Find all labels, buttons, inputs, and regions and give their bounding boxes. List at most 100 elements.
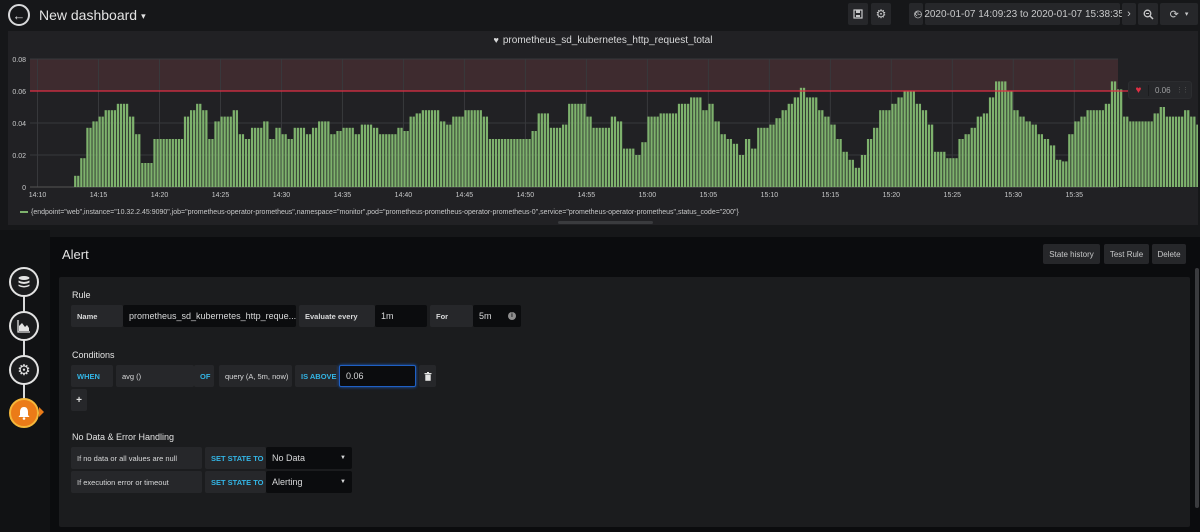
zoom-out-button[interactable] [1138,3,1158,25]
bar [333,134,336,187]
bar [891,103,894,187]
threshold-input[interactable]: 0.06 [339,365,416,387]
bar [815,97,818,187]
active-step-arrow [39,407,44,417]
state-history-button[interactable]: State history [1043,244,1100,264]
bar [125,103,129,187]
bar [818,110,821,187]
info-icon[interactable]: i [508,312,516,320]
bar [473,110,476,187]
queries-step[interactable] [9,267,39,297]
bar [1132,121,1135,187]
bar [436,110,440,187]
bar [644,142,647,187]
caret-down-icon: ▾ [1184,11,1189,18]
reducer-select[interactable]: avg () [116,365,194,387]
bar [680,103,684,187]
time-range-picker[interactable]: ◷ 2020-01-07 14:09:23 to 2020-01-07 15:3… [914,3,1131,25]
delete-condition-button[interactable] [419,365,436,387]
legend-horizontal-scrollbar[interactable] [558,221,653,224]
bar [522,139,525,187]
bar [415,113,418,187]
bar [900,97,903,187]
bar [247,139,251,187]
bar [534,131,537,187]
back-icon[interactable]: ← [8,4,30,26]
bar [723,134,726,187]
bar [491,139,495,187]
bar [915,103,918,187]
bar [202,110,205,187]
bar [921,110,925,187]
bar [1022,116,1025,187]
bar [1092,110,1095,187]
bar [930,124,934,187]
bar [360,124,363,187]
rule-name-input[interactable]: prometheus_sd_kubernetes_http_reque... [123,305,296,327]
bar [1184,110,1187,187]
bar [281,134,284,187]
legend-series-label[interactable]: {endpoint="web",instance="10.32.2.45:909… [31,209,739,216]
bar [1071,134,1074,187]
dashboard-title-picker[interactable]: New dashboard ▾ [39,7,146,23]
save-dashboard-button[interactable] [848,3,868,25]
add-condition-button[interactable]: + [71,389,87,411]
bar [976,116,979,187]
visualization-step[interactable] [9,311,39,341]
dashboard-settings-button[interactable]: ⚙ [871,3,891,25]
no-data-state-select[interactable]: No Data ▼ [266,447,352,469]
bar [345,127,348,187]
execution-error-state-select[interactable]: Alerting ▼ [266,471,352,493]
for-duration-input[interactable]: 5m i [473,305,521,327]
bar [430,110,434,187]
bar [351,127,354,187]
x-tick-label: 15:05 [700,192,718,199]
settings-wrench-icon: ⚙ [17,362,31,379]
bar [613,116,617,187]
bar [754,148,757,187]
delete-alert-button[interactable]: Delete [1152,244,1186,264]
bar [257,127,260,187]
bar [156,139,159,187]
bar [443,121,446,187]
query-select[interactable]: query (A, 5m, now) [219,365,292,387]
bar [513,139,516,187]
bar [113,110,116,187]
bar [354,134,357,187]
bar [540,113,543,187]
alert-step[interactable] [9,398,39,428]
top-navbar: ← New dashboard ▾ ⚙ ‹ ◷ 2020-01-07 14:09:… [0,0,1200,30]
bar [836,139,839,187]
vertical-scrollbar[interactable] [1195,268,1199,508]
bar [787,103,790,187]
bar [150,163,153,187]
caret-down-icon: ▼ [340,479,346,485]
time-shift-forward-button[interactable]: › [1122,3,1136,25]
threshold-handle[interactable]: ♥ 0.06 ⋮⋮ [1128,81,1192,99]
test-rule-button[interactable]: Test Rule [1104,244,1149,264]
bar [677,103,681,187]
bar [327,121,330,187]
bar [293,127,296,187]
general-settings-step[interactable]: ⚙ [9,355,39,385]
bar [186,116,190,187]
refresh-button[interactable]: ⟳ ▾ [1160,3,1198,25]
bar [119,103,123,187]
bar-chart[interactable]: 0 0.02 0.04 0.06 0.08 14:10 14:15 14:20 14:25 14:… [8,31,1198,206]
bar [177,139,181,187]
bar [141,163,144,187]
bar [318,121,321,187]
bar [77,175,80,187]
bar [1089,110,1092,187]
bar [717,121,720,187]
heart-icon: ♥ [1129,84,1149,96]
bar [189,110,193,187]
chevron-right-icon: › [1127,8,1131,20]
bar [851,159,854,187]
evaluate-every-input[interactable]: 1m [375,305,427,327]
bar [501,139,504,187]
alert-bell-icon [18,407,30,420]
evaluator-select[interactable]: IS ABOVE [295,365,338,387]
bar [766,127,769,187]
bar [802,87,806,187]
